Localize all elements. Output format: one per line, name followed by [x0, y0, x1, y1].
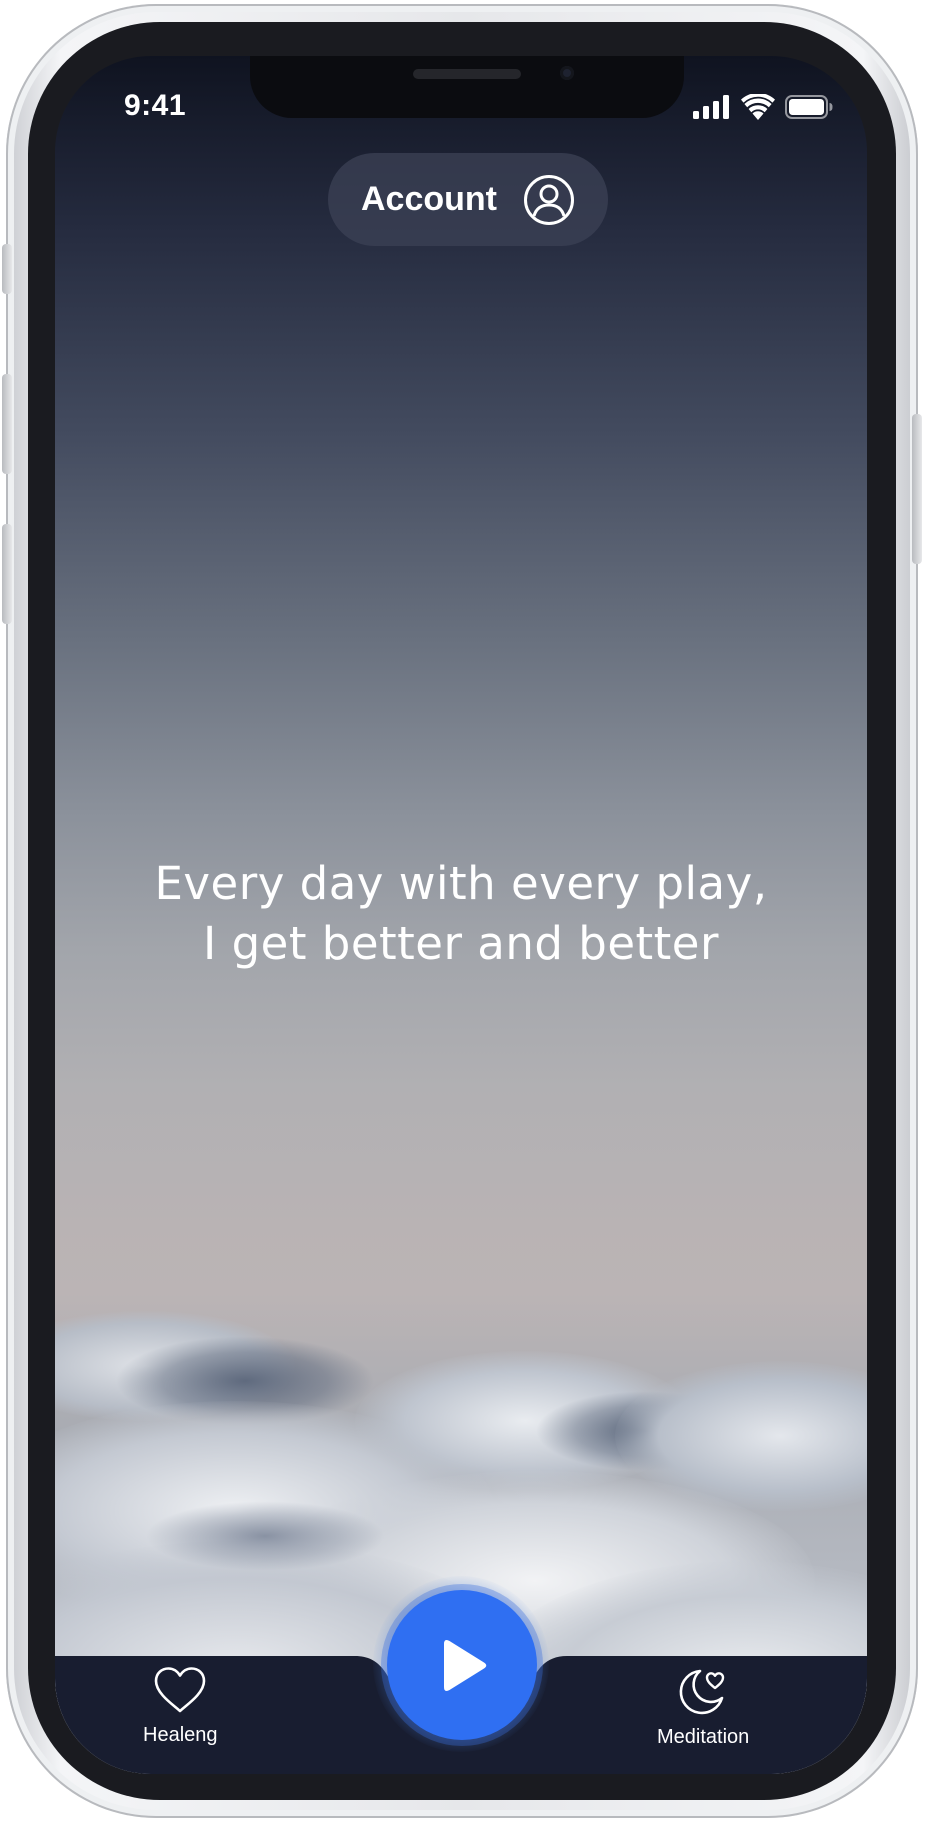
moon-heart-icon: [679, 1669, 725, 1715]
cellular-signal-icon: [693, 95, 729, 119]
app-screen: 9:41 Account Every day with every play, …: [55, 56, 867, 1774]
affirmation-quote: Every day with every play, I get better …: [55, 854, 867, 974]
status-time: 9:41: [124, 89, 187, 122]
play-icon: [444, 1640, 487, 1691]
tab-healeng-label: Healeng: [143, 1724, 218, 1746]
volume-down-button: [2, 524, 12, 624]
notch: [250, 56, 684, 118]
silent-switch: [2, 244, 12, 294]
heart-icon: [154, 1667, 206, 1713]
account-button[interactable]: Account: [328, 153, 608, 246]
tab-meditation[interactable]: Meditation: [657, 1666, 749, 1749]
user-circle-icon: [524, 174, 574, 225]
account-label: Account: [361, 180, 497, 218]
front-camera: [560, 66, 574, 80]
status-icons: [693, 94, 833, 120]
play-button[interactable]: [387, 1590, 537, 1740]
power-button: [912, 414, 922, 564]
tab-healeng[interactable]: Healeng: [143, 1666, 218, 1747]
quote-line-2: I get better and better: [203, 917, 719, 970]
phone-frame: 9:41 Account Every day with every play, …: [2, 4, 922, 1818]
wifi-icon: [741, 94, 775, 120]
earpiece-speaker: [413, 69, 521, 79]
quote-line-1: Every day with every play,: [154, 857, 768, 910]
battery-icon: [785, 95, 833, 119]
volume-up-button: [2, 374, 12, 474]
tab-meditation-label: Meditation: [657, 1726, 750, 1748]
